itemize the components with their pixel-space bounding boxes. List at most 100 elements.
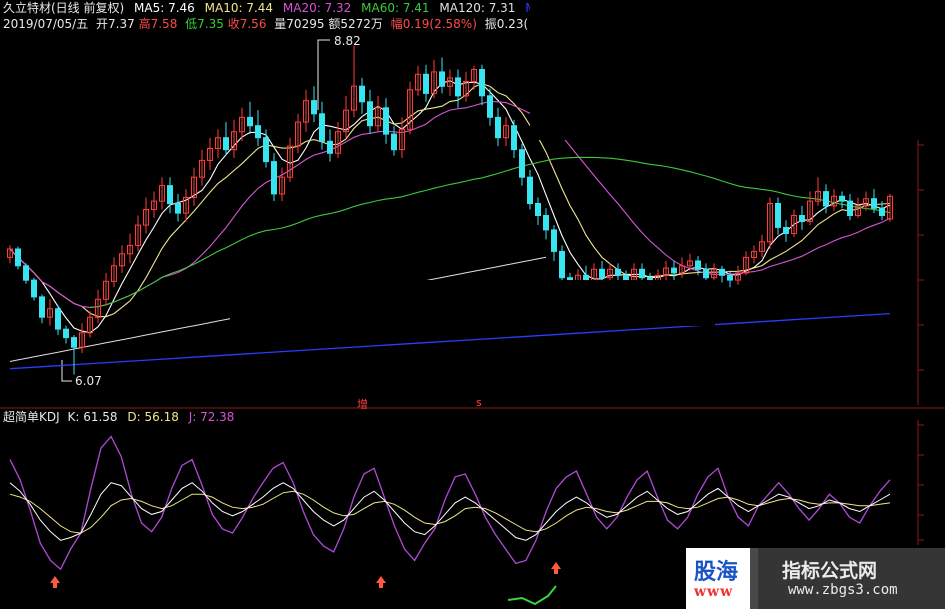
candle <box>247 101 253 135</box>
candle <box>479 64 485 106</box>
candle-body <box>391 133 397 151</box>
candle <box>71 335 77 375</box>
candle-body <box>71 337 77 348</box>
candle <box>367 89 373 135</box>
watermark-left-bottom: www <box>694 584 734 600</box>
candle <box>527 170 533 210</box>
candle <box>551 225 557 261</box>
candle-body <box>455 77 461 97</box>
candle <box>167 177 173 214</box>
candle-body <box>719 268 725 276</box>
candle <box>7 245 13 264</box>
candle-body <box>871 198 877 209</box>
candle-body <box>311 100 317 115</box>
j-value: J: 72.38 <box>188 410 235 424</box>
candle <box>815 177 821 206</box>
candle <box>207 137 213 171</box>
amount-value: 额5272万 <box>328 17 383 31</box>
candle <box>263 129 269 168</box>
candle <box>279 167 285 202</box>
price-header-row1: 久立特材(日线 前复权) MA5: 7.46 MA10: 7.44 MA20: … <box>3 1 544 15</box>
candle <box>751 245 757 264</box>
signal-label-1: 增 <box>357 398 368 411</box>
candle-body <box>703 268 709 279</box>
candle-body <box>639 268 645 279</box>
indicator-title[interactable]: 超简单KDJ <box>3 410 60 424</box>
candle <box>783 220 789 242</box>
candle <box>831 189 837 211</box>
ma10-value: MA10: 7.44 <box>204 1 274 15</box>
d-value: D: 56.18 <box>127 410 179 424</box>
candle <box>303 89 309 132</box>
candle <box>511 119 517 159</box>
candle <box>135 215 141 252</box>
kdj-trough-highlight <box>507 585 557 606</box>
candle <box>223 122 229 156</box>
candle <box>359 77 365 114</box>
candle <box>311 86 317 123</box>
buy-signal-arrow <box>376 576 386 588</box>
candle <box>287 137 293 182</box>
candle <box>775 197 781 235</box>
candle-body <box>55 308 61 330</box>
ma20-value: MA20: 7.32 <box>282 1 352 15</box>
high-price-marker: 8.82 <box>334 34 361 48</box>
candle <box>159 177 165 210</box>
watermark-url: www.zbgs3.com <box>788 582 898 598</box>
date-value: 2019/07/05/五 <box>3 17 89 31</box>
candle <box>127 233 133 264</box>
low-value: 低7.35 <box>185 17 224 31</box>
candle <box>15 246 21 270</box>
candle <box>535 197 541 226</box>
price-header-row2: 2019/07/05/五 开7.37 高7.58 低7.35 收7.56 量70… <box>3 17 528 31</box>
indicator-header: 超简单KDJ K: 61.58 D: 56.18 J: 72.38 <box>3 410 234 424</box>
candle <box>447 69 453 96</box>
candle-body <box>15 248 21 267</box>
candle-body <box>775 203 781 228</box>
candle <box>79 323 85 354</box>
candle <box>559 245 565 285</box>
candle <box>295 113 301 154</box>
candle-body <box>263 137 269 163</box>
candle <box>375 95 381 132</box>
candle-body <box>783 227 789 234</box>
candle-body <box>319 113 325 142</box>
candle-body <box>175 203 181 214</box>
candle <box>175 193 181 222</box>
watermark-left-top: 股海 <box>694 559 739 585</box>
candle <box>671 260 677 281</box>
buy-signal-arrow <box>551 562 561 574</box>
candle-body <box>599 268 605 279</box>
k-value: K: 61.58 <box>67 410 118 424</box>
stock-title[interactable]: 久立特材(日线 前复权) <box>3 1 124 15</box>
candle <box>759 234 765 258</box>
candle <box>415 65 421 96</box>
candle-body <box>615 268 621 276</box>
candle-body <box>535 203 541 216</box>
candle <box>215 129 221 159</box>
candle <box>351 45 357 118</box>
close-value: 收7.56 <box>227 17 267 31</box>
candle-body <box>479 69 485 97</box>
candle <box>23 263 29 284</box>
candle <box>383 98 389 144</box>
watermark-right: 指标公式网 www.zbgs3.com <box>750 548 945 609</box>
candle-body <box>511 125 517 151</box>
low-price-marker: 6.07 <box>75 374 102 388</box>
candle-body <box>367 101 373 127</box>
volume-value: 量70295 <box>274 17 325 31</box>
candle <box>407 81 413 135</box>
candle <box>431 59 437 99</box>
signal-label-2: s <box>476 396 482 409</box>
low-marker-line <box>61 360 72 382</box>
candle-body <box>63 328 69 339</box>
open-value: 开7.37 <box>96 17 135 31</box>
candle <box>87 311 93 338</box>
candle-body <box>839 195 845 202</box>
candle-body <box>23 265 29 281</box>
candle-body <box>223 137 229 151</box>
watermark-left: 股海 www <box>686 548 758 609</box>
ma5-value: MA5: 7.46 <box>134 1 195 15</box>
candle-body <box>487 95 493 118</box>
candle-body <box>439 71 445 87</box>
